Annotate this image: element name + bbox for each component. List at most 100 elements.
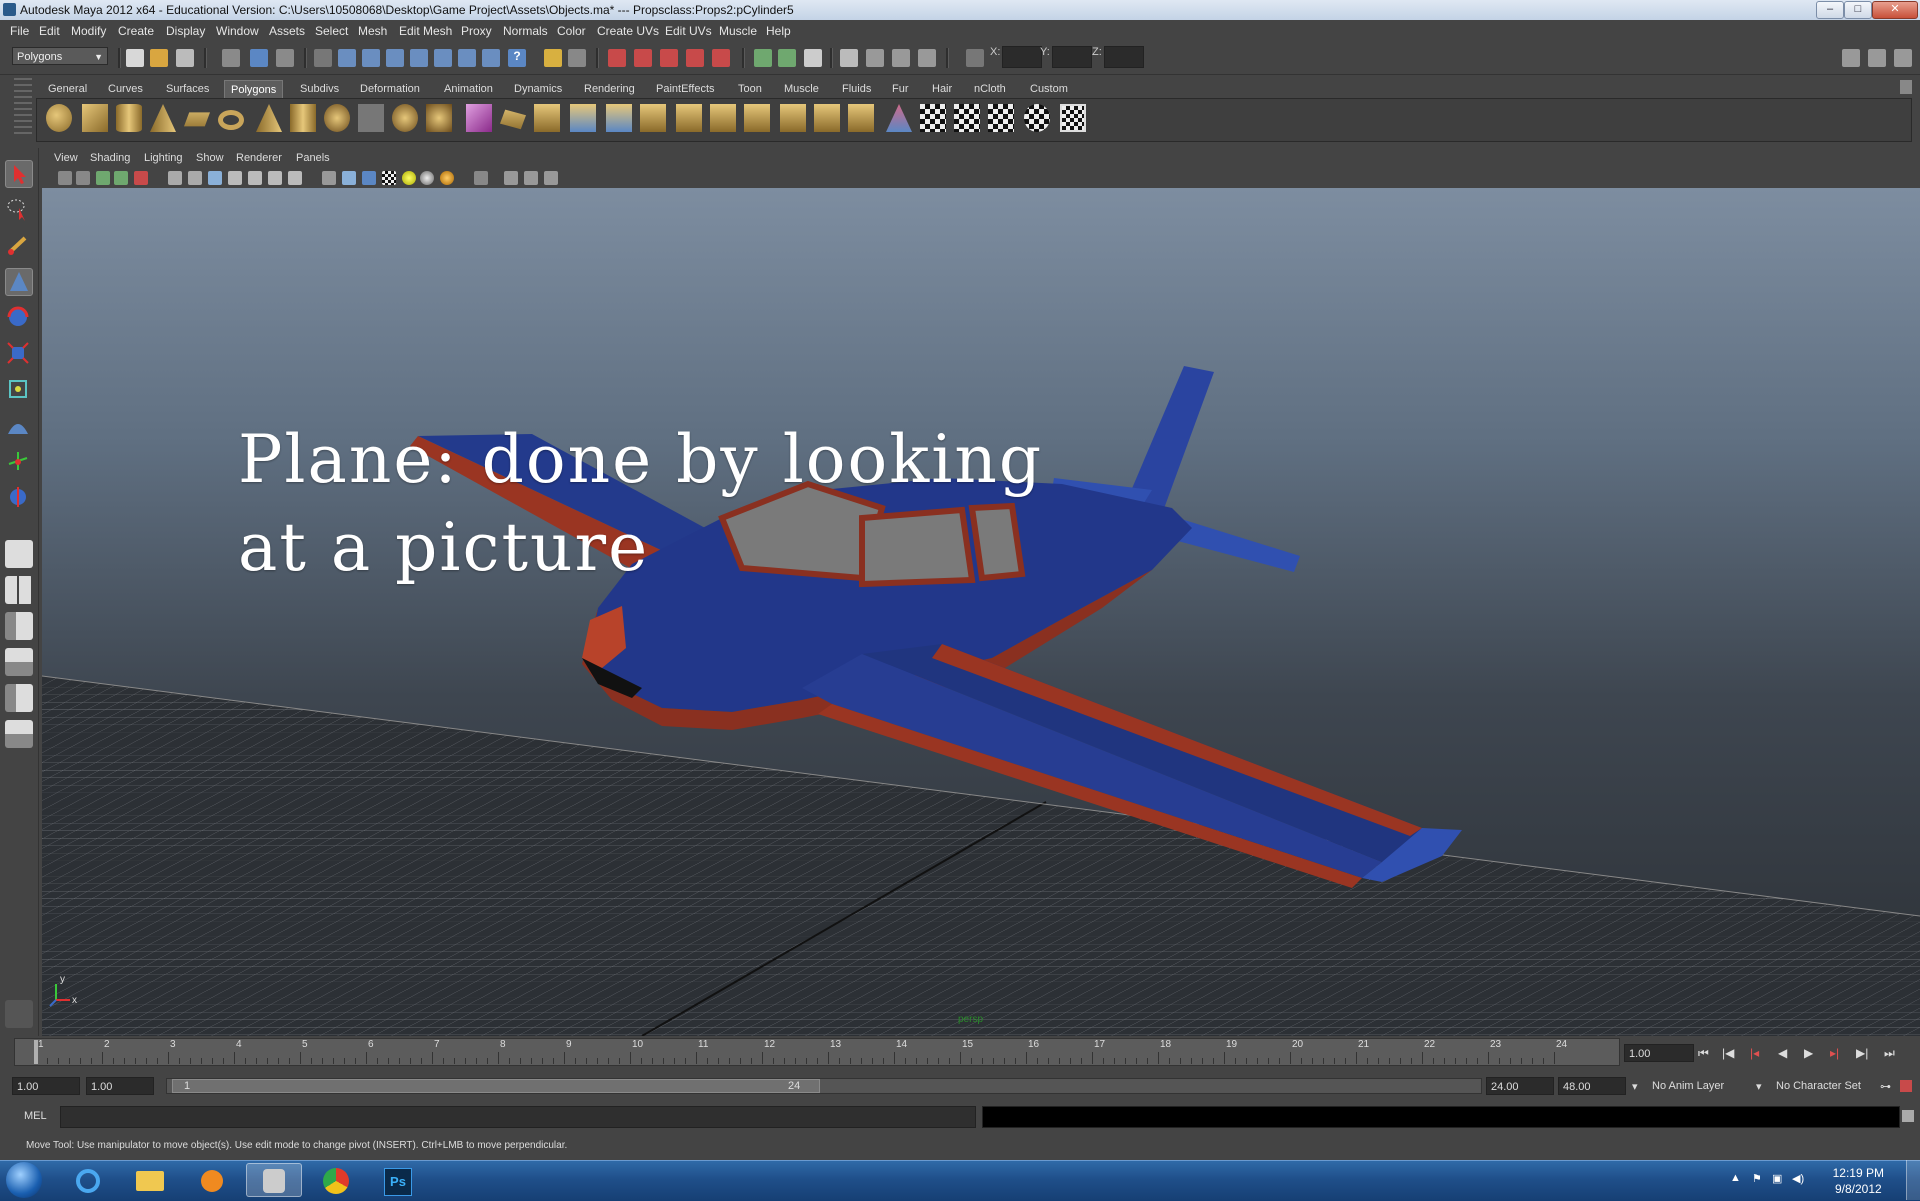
media-player-icon[interactable] — [184, 1163, 240, 1197]
collapse-icon[interactable] — [744, 104, 770, 132]
poly-helix-icon[interactable] — [324, 104, 350, 132]
menu-edit-mesh[interactable]: Edit Mesh — [399, 24, 452, 38]
panel-menu-renderer[interactable]: Renderer — [236, 152, 282, 164]
wireframe-on-shaded-icon[interactable] — [362, 171, 376, 185]
bookmarks-icon[interactable] — [96, 171, 110, 185]
open-scene-icon[interactable] — [150, 49, 168, 67]
select-deformations-icon[interactable] — [434, 49, 452, 67]
bridge-icon[interactable] — [534, 104, 560, 132]
pick-mask-icon[interactable] — [314, 49, 332, 67]
current-frame-field[interactable]: 1.00 — [1624, 1044, 1694, 1062]
combine-icon[interactable] — [358, 104, 384, 132]
spherical-mapping-icon[interactable] — [988, 104, 1014, 132]
backface-culling-icon[interactable] — [544, 171, 558, 185]
planar-mapping-icon[interactable] — [920, 104, 946, 132]
shelf-tab-dynamics[interactable]: Dynamics — [508, 80, 568, 98]
smooth-icon[interactable] — [466, 104, 492, 132]
two-d-pan-zoom-icon[interactable] — [134, 171, 148, 185]
step-back-frame-icon[interactable]: |◂ — [1750, 1046, 1759, 1060]
menu-assets[interactable]: Assets — [269, 24, 305, 38]
step-forward-frame-icon[interactable]: ▸| — [1830, 1046, 1839, 1060]
mel-command-input[interactable] — [60, 1106, 976, 1128]
network-icon[interactable]: ▣ — [1772, 1172, 1782, 1185]
grid-toggle-icon[interactable] — [168, 171, 182, 185]
duplicate-face-icon[interactable] — [848, 104, 874, 132]
show-desktop-button[interactable] — [1906, 1160, 1920, 1200]
menu-help[interactable]: Help — [766, 24, 791, 38]
close-button[interactable]: ✕ — [1872, 1, 1918, 19]
snap-point-icon[interactable] — [660, 49, 678, 67]
shelf-tab-ncloth[interactable]: nCloth — [968, 80, 1012, 98]
maximize-button[interactable]: □ — [1844, 1, 1872, 19]
playback-start-field[interactable]: 1.00 — [86, 1077, 154, 1095]
safe-title-icon[interactable] — [248, 171, 262, 185]
append-polygon-icon[interactable] — [570, 104, 596, 132]
shelf-tab-surfaces[interactable]: Surfaces — [160, 80, 215, 98]
show-manipulator-icon[interactable] — [5, 448, 33, 476]
panel-menu-view[interactable]: View — [54, 152, 78, 164]
shelf-tab-muscle[interactable]: Muscle — [778, 80, 825, 98]
render-frame-icon[interactable] — [866, 49, 884, 67]
channel-box-toggle-icon[interactable] — [1842, 49, 1860, 67]
separate-icon[interactable] — [392, 104, 418, 132]
uv-texture-editor-icon[interactable] — [1060, 104, 1086, 132]
system-clock[interactable]: 12:19 PM 9/8/2012 — [1833, 1165, 1884, 1197]
poly-torus-icon[interactable] — [218, 110, 244, 130]
start-time-field[interactable]: 1.00 — [12, 1077, 80, 1095]
lock-selection-icon[interactable] — [544, 49, 562, 67]
show-hidden-icons[interactable]: ▲ — [1730, 1172, 1741, 1184]
move-tool-icon[interactable] — [5, 268, 33, 296]
resolution-gate-icon[interactable] — [208, 171, 222, 185]
xray-joints-icon[interactable] — [524, 171, 538, 185]
shadows-icon[interactable] — [440, 171, 454, 185]
go-to-start-icon[interactable]: ⏮ — [1698, 1046, 1709, 1061]
safe-action-icon[interactable] — [228, 171, 242, 185]
merge-icon[interactable] — [710, 104, 736, 132]
perspective-outliner-layout-icon[interactable] — [5, 612, 33, 640]
image-plane-icon[interactable] — [114, 171, 128, 185]
select-curves-icon[interactable] — [386, 49, 404, 67]
camera-attributes-icon[interactable] — [76, 171, 90, 185]
select-joints-icon[interactable] — [362, 49, 380, 67]
menu-edit[interactable]: Edit — [39, 24, 60, 38]
shelf-tab-curves[interactable]: Curves — [102, 80, 149, 98]
select-handles-icon[interactable] — [338, 49, 356, 67]
shelf-menu-icon[interactable] — [1900, 80, 1912, 94]
menu-proxy[interactable]: Proxy — [461, 24, 492, 38]
shelf-tab-subdivs[interactable]: Subdivs — [294, 80, 345, 98]
tool-settings-toggle-icon[interactable] — [1894, 49, 1912, 67]
make-live-icon[interactable] — [712, 49, 730, 67]
shelf-tab-deformation[interactable]: Deformation — [354, 80, 426, 98]
use-all-lights-icon[interactable] — [420, 171, 434, 185]
transform-mode-icon[interactable] — [966, 49, 984, 67]
new-scene-icon[interactable] — [126, 49, 144, 67]
shelf-tab-painteffects[interactable]: PaintEffects — [650, 80, 721, 98]
snap-view-plane-icon[interactable] — [686, 49, 704, 67]
start-button-icon[interactable] — [6, 1162, 42, 1198]
menu-create-uvs[interactable]: Create UVs — [597, 24, 659, 38]
menu-window[interactable]: Window — [216, 24, 259, 38]
volume-icon[interactable]: ◀) — [1792, 1172, 1804, 1185]
poly-sphere-icon[interactable] — [46, 104, 72, 132]
panel-menu-shading[interactable]: Shading — [90, 152, 130, 164]
auto-key-icon[interactable]: ⊶ — [1880, 1080, 1891, 1093]
photoshop-icon[interactable]: Ps — [370, 1163, 426, 1197]
shelf-tab-fluids[interactable]: Fluids — [836, 80, 877, 98]
perspective-graph-layout-icon[interactable] — [5, 648, 33, 676]
ipr-render-icon[interactable] — [892, 49, 910, 67]
go-to-end-icon[interactable]: ⏭ — [1884, 1046, 1895, 1061]
wireframe-icon[interactable] — [322, 171, 336, 185]
select-dynamics-icon[interactable] — [458, 49, 476, 67]
bevel-icon[interactable] — [676, 104, 702, 132]
automatic-mapping-icon[interactable] — [1024, 104, 1050, 132]
soft-modification-icon[interactable] — [5, 412, 33, 440]
universal-manipulator-icon[interactable] — [5, 376, 33, 404]
poke-icon[interactable] — [814, 104, 840, 132]
snap-grid-icon[interactable] — [608, 49, 626, 67]
paint-select-tool-icon[interactable] — [5, 232, 33, 260]
split-polygon-icon[interactable] — [606, 104, 632, 132]
action-center-icon[interactable]: ⚑ — [1752, 1172, 1762, 1185]
panel-menu-show[interactable]: Show — [196, 152, 224, 164]
chevron-down-icon[interactable]: ▾ — [1756, 1080, 1762, 1093]
field-chart-icon[interactable] — [268, 171, 282, 185]
